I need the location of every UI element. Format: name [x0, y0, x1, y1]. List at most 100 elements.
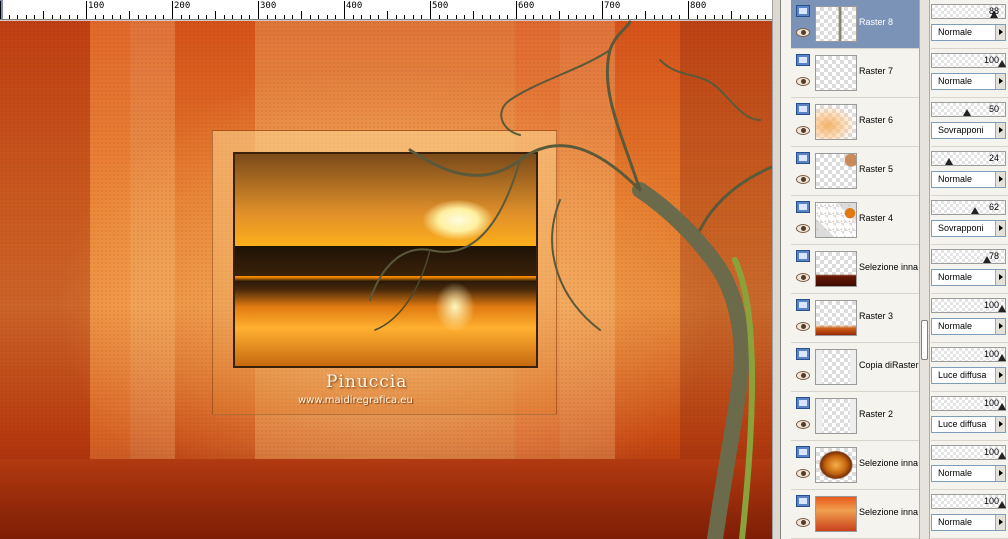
- eye-icon[interactable]: [796, 175, 810, 184]
- blend-mode-dropdown[interactable]: Sovrapponi: [931, 220, 1006, 237]
- layer-row[interactable]: Raster 4: [791, 196, 919, 245]
- layer-row[interactable]: Selezione inna: [791, 441, 919, 490]
- blend-mode-label: Normale: [938, 174, 973, 184]
- layer-thumbnail: [815, 496, 857, 532]
- opacity-value: 24: [988, 153, 999, 163]
- opacity-slider-knob[interactable]: [998, 452, 1006, 459]
- blend-mode-label: Normale: [938, 321, 973, 331]
- opacity-slider[interactable]: 50: [931, 102, 1006, 117]
- layer-visibility-icon[interactable]: [796, 348, 810, 360]
- chevron-right-icon[interactable]: [995, 515, 1005, 530]
- layer-visibility-icon[interactable]: [796, 201, 810, 213]
- blend-mode-dropdown[interactable]: Normale: [931, 73, 1006, 90]
- layer-visibility-icon[interactable]: [796, 152, 810, 164]
- layer-visibility-icon[interactable]: [796, 446, 810, 458]
- tree-branch: [374, 249, 431, 331]
- layer-visibility-icon[interactable]: [796, 397, 810, 409]
- layer-row[interactable]: Copia diRaster: [791, 343, 919, 392]
- chevron-right-icon[interactable]: [995, 74, 1005, 89]
- layer-visibility-icon[interactable]: [796, 299, 810, 311]
- eye-icon[interactable]: [796, 322, 810, 331]
- layer-row[interactable]: Selezione inna: [791, 245, 919, 294]
- chevron-right-icon[interactable]: [995, 417, 1005, 432]
- layers-splitter[interactable]: [919, 0, 930, 539]
- opacity-value: 88: [988, 6, 999, 16]
- opacity-slider[interactable]: 100: [931, 53, 1006, 68]
- layer-row[interactable]: Raster 5: [791, 147, 919, 196]
- blend-mode-label: Luce diffusa: [938, 419, 987, 429]
- layer-name: Raster 6: [859, 115, 894, 125]
- layer-row[interactable]: Raster 6: [791, 98, 919, 147]
- opacity-slider-knob[interactable]: [998, 60, 1006, 67]
- tree-branch: [369, 159, 521, 301]
- opacity-slider[interactable]: 100: [931, 396, 1006, 411]
- chevron-right-icon[interactable]: [995, 123, 1005, 138]
- opacity-value: 62: [988, 202, 999, 212]
- layer-thumbnail: [815, 202, 857, 238]
- opacity-slider-knob[interactable]: [963, 109, 971, 116]
- blend-mode-dropdown[interactable]: Normale: [931, 465, 1006, 482]
- chevron-right-icon[interactable]: [995, 270, 1005, 285]
- chevron-right-icon[interactable]: [995, 319, 1005, 334]
- blend-mode-dropdown[interactable]: Normale: [931, 24, 1006, 41]
- layer-thumbnail: [815, 104, 857, 140]
- opacity-slider[interactable]: 88: [931, 4, 1006, 19]
- opacity-slider[interactable]: 62: [931, 200, 1006, 215]
- layer-visibility-icon[interactable]: [796, 54, 810, 66]
- chevron-right-icon[interactable]: [995, 25, 1005, 40]
- layer-row[interactable]: Raster 8: [791, 0, 919, 49]
- layer-name: Raster 3: [859, 311, 894, 321]
- eye-icon[interactable]: [796, 224, 810, 233]
- eye-icon[interactable]: [796, 126, 810, 135]
- layer-name: Raster 8: [859, 17, 894, 27]
- eye-icon[interactable]: [796, 371, 810, 380]
- layer-thumbnail: [815, 251, 857, 287]
- opacity-slider-knob[interactable]: [998, 354, 1006, 361]
- eye-icon[interactable]: [796, 469, 810, 478]
- chevron-right-icon[interactable]: [995, 221, 1005, 236]
- eye-icon[interactable]: [796, 518, 810, 527]
- blend-mode-dropdown[interactable]: Normale: [931, 514, 1006, 531]
- layer-row[interactable]: Selezione inna: [791, 490, 919, 539]
- layer-visibility-icon[interactable]: [796, 103, 810, 115]
- layer-visibility-icon[interactable]: [796, 5, 810, 17]
- layer-thumbnail: [815, 6, 857, 42]
- blend-mode-dropdown[interactable]: Sovrapponi: [931, 122, 1006, 139]
- opacity-slider[interactable]: 24: [931, 151, 1006, 166]
- chevron-right-icon[interactable]: [995, 172, 1005, 187]
- blend-mode-dropdown[interactable]: Luce diffusa: [931, 367, 1006, 384]
- blend-mode-dropdown[interactable]: Normale: [931, 318, 1006, 335]
- blend-mode-dropdown[interactable]: Normale: [931, 171, 1006, 188]
- layer-row[interactable]: Raster 2: [791, 392, 919, 441]
- layer-visibility-icon[interactable]: [796, 250, 810, 262]
- opacity-slider-knob[interactable]: [944, 158, 953, 165]
- chevron-right-icon[interactable]: [995, 368, 1005, 383]
- layer-row[interactable]: Raster 3: [791, 294, 919, 343]
- eye-icon[interactable]: [796, 420, 810, 429]
- opacity-slider-knob[interactable]: [998, 403, 1006, 410]
- layer-properties: 100 Normale: [931, 294, 1008, 343]
- opacity-slider[interactable]: 100: [931, 494, 1006, 509]
- eye-icon[interactable]: [796, 273, 810, 282]
- opacity-slider[interactable]: 100: [931, 298, 1006, 313]
- layer-row[interactable]: Raster 7: [791, 49, 919, 98]
- blend-mode-label: Normale: [938, 517, 973, 527]
- eye-icon[interactable]: [796, 28, 810, 37]
- blend-mode-dropdown[interactable]: Luce diffusa: [931, 416, 1006, 433]
- opacity-slider[interactable]: 100: [931, 445, 1006, 460]
- opacity-slider[interactable]: 78: [931, 249, 1006, 264]
- chevron-right-icon[interactable]: [995, 466, 1005, 481]
- layer-visibility-icon[interactable]: [796, 495, 810, 507]
- opacity-slider-knob[interactable]: [998, 501, 1006, 508]
- layer-properties: 78 Normale: [931, 245, 1008, 294]
- opacity-slider[interactable]: 100: [931, 347, 1006, 362]
- layer-name: Raster 4: [859, 213, 894, 223]
- layer-thumbnail: [815, 398, 857, 434]
- opacity-slider-knob[interactable]: [998, 305, 1006, 312]
- layer-properties: 62 Sovrapponi: [931, 196, 1008, 245]
- eye-icon[interactable]: [796, 77, 810, 86]
- blend-mode-dropdown[interactable]: Normale: [931, 269, 1006, 286]
- layer-name: Selezione inna: [859, 262, 919, 272]
- opacity-slider-knob[interactable]: [971, 207, 980, 214]
- splitter-grip[interactable]: [921, 320, 928, 360]
